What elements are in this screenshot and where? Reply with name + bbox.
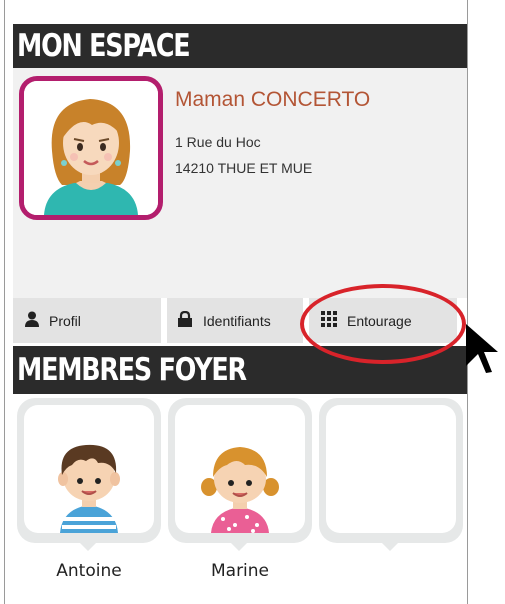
membres-foyer-title: MEMBRES FOYER bbox=[17, 352, 247, 388]
tab-identifiants[interactable]: Identifiants bbox=[167, 298, 303, 343]
members-list: Antoine Marine bbox=[13, 398, 467, 604]
tab-identifiants-label: Identifiants bbox=[203, 312, 271, 329]
tab-entourage-label: Entourage bbox=[347, 312, 412, 329]
girl-avatar-icon bbox=[175, 405, 305, 533]
profile-name: Maman CONCERTO bbox=[175, 88, 371, 111]
mother-avatar[interactable] bbox=[19, 76, 163, 220]
member-name-marine: Marine bbox=[168, 542, 312, 601]
address-line-2: 14210 THUE ET MUE bbox=[175, 160, 313, 176]
member-card-antoine[interactable] bbox=[17, 398, 161, 543]
member-card-marine[interactable] bbox=[168, 398, 312, 543]
mon-espace-panel: MON ESPACE Maman CONCERTO 1 Rue du Hoc 1… bbox=[4, 0, 468, 604]
member-name-antoine: Antoine bbox=[17, 542, 161, 601]
person-icon bbox=[25, 311, 39, 330]
grid-icon bbox=[321, 311, 337, 330]
arrow-cursor-icon bbox=[464, 322, 500, 379]
member-name-empty bbox=[319, 542, 463, 601]
mon-espace-title: MON ESPACE bbox=[17, 28, 191, 64]
lock-icon bbox=[177, 310, 193, 330]
tab-profil-label: Profil bbox=[49, 312, 81, 329]
address-line-1: 1 Rue du Hoc bbox=[175, 134, 261, 150]
profile-tabs: Profil Identifiants Entourage bbox=[13, 298, 467, 346]
empty-slot-icon bbox=[326, 405, 456, 533]
profile-card: Maman CONCERTO 1 Rue du Hoc 14210 THUE E… bbox=[13, 68, 467, 298]
member-card-empty[interactable] bbox=[319, 398, 463, 543]
mother-avatar-icon bbox=[24, 81, 158, 215]
tab-entourage[interactable]: Entourage bbox=[309, 298, 457, 343]
membres-foyer-header: MEMBRES FOYER bbox=[13, 346, 467, 394]
boy-avatar-icon bbox=[24, 405, 154, 533]
mon-espace-header: MON ESPACE bbox=[13, 24, 467, 68]
tab-profil[interactable]: Profil bbox=[13, 298, 161, 343]
